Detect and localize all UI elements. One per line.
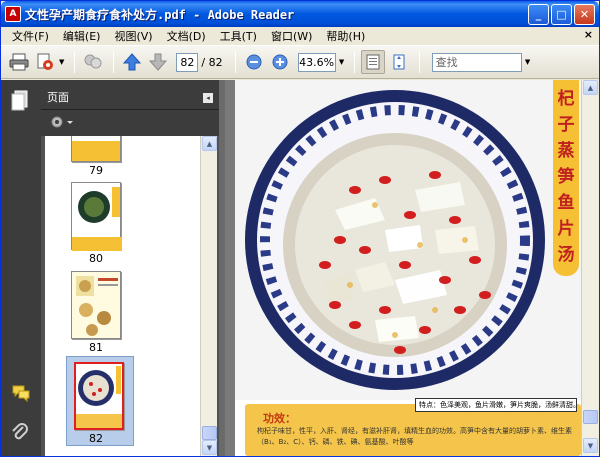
thumbnail-label: 82 <box>89 432 103 445</box>
pages-panel-title: 页面 <box>47 91 69 104</box>
menu-document[interactable]: 文档(D) <box>160 28 213 44</box>
toolbar-separator <box>234 51 236 73</box>
page-number-input[interactable]: 82 <box>176 52 199 72</box>
pages-panel-icon[interactable] <box>11 90 29 112</box>
zoom-out-icon[interactable] <box>242 50 266 74</box>
page-total: / 82 <box>201 55 223 69</box>
comments-icon[interactable] <box>11 384 31 405</box>
next-page-icon[interactable] <box>146 50 170 74</box>
toolbar: ▼ 82 / 82 43.6% ▼ 查找 ▼ <box>1 45 599 79</box>
menu-bar: 文件(F) 编辑(E) 视图(V) 文档(D) 工具(T) 窗口(W) 帮助(H… <box>1 27 599 45</box>
scroll-down-button[interactable]: ▼ <box>583 438 598 453</box>
toolbar-separator <box>353 51 355 73</box>
toolbar-separator <box>113 51 115 73</box>
attachments-icon[interactable] <box>11 422 29 447</box>
minimize-button[interactable]: _ <box>528 4 549 25</box>
recipe-title-banner: 杞 子 蒸 笋 鱼 片 汤 <box>553 80 579 276</box>
menu-file[interactable]: 文件(F) <box>5 28 56 44</box>
feature-note: 特点：色泽美观，鱼片滑嫩，笋片爽脆，汤鲜清甜。 <box>415 398 577 412</box>
scrollbar-thumb[interactable] <box>583 410 598 424</box>
thumbnail-page-80[interactable] <box>71 182 122 251</box>
recipe-title-char: 杞 <box>557 89 575 109</box>
menu-help[interactable]: 帮助(H) <box>319 28 372 44</box>
window-title: 文性孕产期食疗食补处方.pdf - Adobe Reader <box>25 7 295 22</box>
recipe-title-char: 片 <box>557 219 575 239</box>
thumbnail-label: 79 <box>89 164 103 177</box>
pdf-page: 杞 子 蒸 笋 鱼 片 汤 特点：色泽美观，鱼片滑嫩，笋片爽脆，汤鲜清甜。 功效… <box>235 80 581 456</box>
search-dropdown-icon[interactable]: ▼ <box>522 53 534 72</box>
recipe-title-char: 子 <box>557 115 575 135</box>
document-view[interactable]: 杞 子 蒸 笋 鱼 片 汤 特点：色泽美观，鱼片滑嫩，笋片爽脆，汤鲜清甜。 功效… <box>225 80 581 456</box>
previous-page-icon[interactable] <box>120 50 144 74</box>
recipe-title-char: 鱼 <box>557 193 575 213</box>
close-button[interactable]: ✕ <box>574 4 595 25</box>
scrollbar-thumb[interactable] <box>202 426 217 440</box>
title-bar[interactable]: A 文性孕产期食疗食补处方.pdf - Adobe Reader _ □ ✕ <box>1 1 599 27</box>
scroll-up-button[interactable]: ▲ <box>202 136 217 151</box>
toolbar-separator <box>418 51 420 73</box>
print-icon[interactable] <box>7 50 31 74</box>
create-pdf-icon[interactable] <box>33 50 57 74</box>
zoom-dropdown-icon[interactable]: ▼ <box>336 53 348 72</box>
page-thumbnails[interactable]: 79 80 81 82 <box>45 136 200 456</box>
create-pdf-dropdown-icon[interactable]: ▼ <box>59 58 64 66</box>
adobe-reader-icon: A <box>5 6 21 22</box>
recipe-title-char: 笋 <box>557 167 575 187</box>
thumbnails-scrollbar[interactable]: ▲ ▼ <box>200 136 217 456</box>
search-input[interactable]: 查找 <box>431 52 522 72</box>
menu-tools[interactable]: 工具(T) <box>213 28 264 44</box>
menu-view[interactable]: 视图(V) <box>107 28 159 44</box>
adobe-reader-window: A 文性孕产期食疗食补处方.pdf - Adobe Reader _ □ ✕ 文… <box>0 0 600 457</box>
menu-window[interactable]: 窗口(W) <box>264 28 319 44</box>
effect-body: 枸杞子味甘，性平，入肝、肾经，有滋补肝肾，填精生血的功效。高笋中含有大量的胡萝卜… <box>257 427 572 446</box>
zoom-level-input[interactable]: 43.6% <box>297 52 336 72</box>
document-close-button[interactable]: × <box>584 28 593 41</box>
fit-width-icon[interactable] <box>360 50 385 74</box>
thumbnail-page-81[interactable] <box>71 271 121 339</box>
thumbnail-page-79[interactable] <box>71 136 121 162</box>
thumbnail-label: 81 <box>89 341 103 354</box>
navigation-pane-bar <box>1 80 41 456</box>
effect-heading: 功效： <box>263 412 296 425</box>
collapse-panel-button[interactable]: ◂ <box>203 93 213 103</box>
pages-panel: 页面 ◂ 79 80 81 82 ▲ ▼ <box>41 80 219 456</box>
maximize-button[interactable]: □ <box>551 4 572 25</box>
scroll-down-button[interactable]: ▼ <box>202 440 217 455</box>
thumbnail-page-82[interactable] <box>74 362 124 430</box>
pages-panel-header: 页面 ◂ <box>41 80 219 110</box>
fit-page-icon[interactable] <box>387 50 411 74</box>
collaborate-icon[interactable] <box>81 50 105 74</box>
recipe-title-char: 汤 <box>557 245 575 265</box>
scroll-up-button[interactable]: ▲ <box>583 80 598 95</box>
zoom-in-icon[interactable] <box>268 50 292 74</box>
panel-options-bar <box>41 110 219 136</box>
menu-edit[interactable]: 编辑(E) <box>56 28 108 44</box>
toolbar-separator <box>74 51 76 73</box>
options-gear-icon[interactable] <box>49 114 77 133</box>
document-scrollbar[interactable]: ▲ ▼ <box>581 80 598 456</box>
thumbnail-label: 80 <box>89 252 103 265</box>
recipe-title-char: 蒸 <box>557 141 575 161</box>
